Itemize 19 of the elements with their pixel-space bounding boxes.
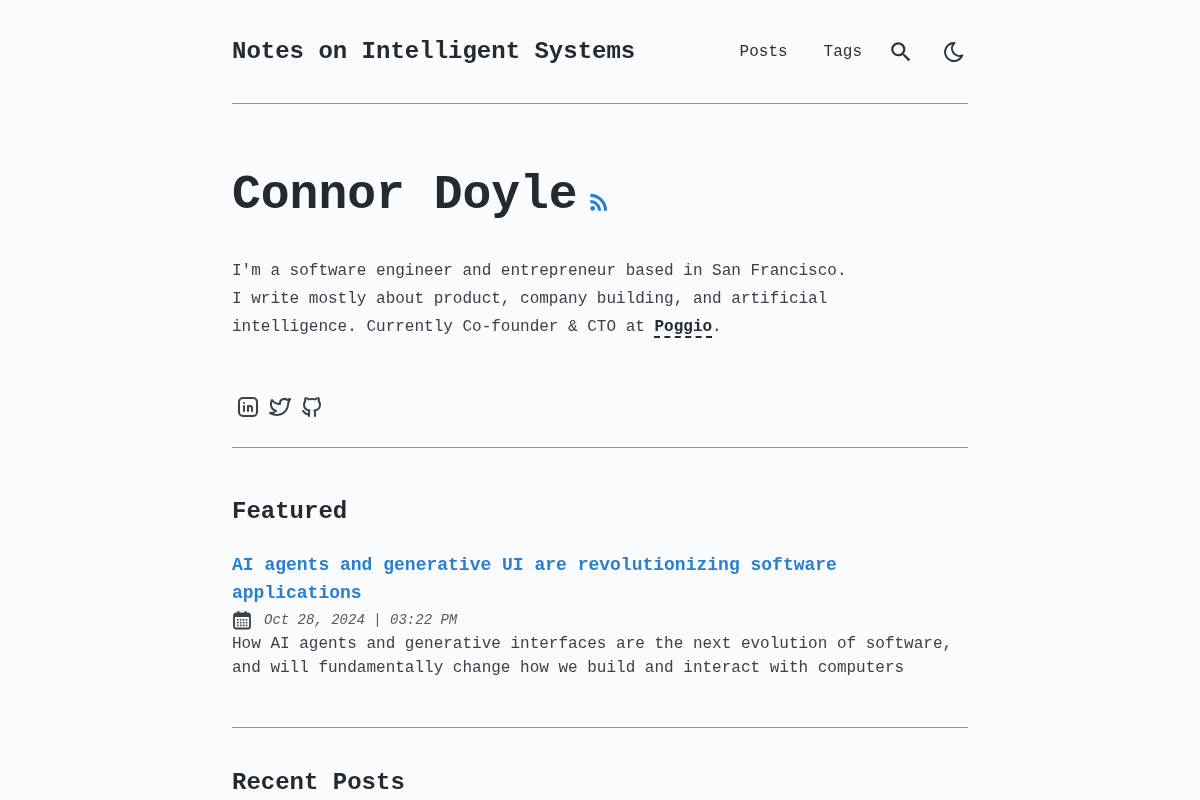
bio-text: I'm a software engineer and entrepreneur based in San Francisco. I write mostly about product, company building, and artificial intelligence. Currently Co-founder & CTO at Poggio. xyxy=(232,261,848,340)
github-icon xyxy=(300,395,324,419)
author-name: Connor Doyle xyxy=(232,167,578,223)
github-link[interactable] xyxy=(300,395,324,419)
post-title-link[interactable]: AI agents and generative UI are revolutionizing software applications xyxy=(232,551,968,607)
calendar-icon xyxy=(232,610,252,630)
section-heading: Featured xyxy=(232,497,349,527)
post-description: How AI agents and generative interfaces are the next evolution of software, and will fundamentally change how we build and interact with computers xyxy=(232,634,954,679)
moon-icon xyxy=(942,39,966,64)
linkedin-icon xyxy=(236,395,260,419)
section-heading: Recent Posts xyxy=(232,769,406,797)
linkedin-link[interactable] xyxy=(236,395,260,419)
bird-icon xyxy=(268,395,292,419)
twitter-link[interactable] xyxy=(268,395,292,419)
nav-link[interactable]: Tags xyxy=(805,39,880,64)
post-date: Oct 28, 2024 | 03:22 PM xyxy=(264,611,458,630)
company-link[interactable]: Poggio xyxy=(654,318,713,338)
nav-link[interactable]: Posts xyxy=(721,39,806,64)
site-title[interactable]: Notes on Intelligent Systems xyxy=(232,35,636,68)
